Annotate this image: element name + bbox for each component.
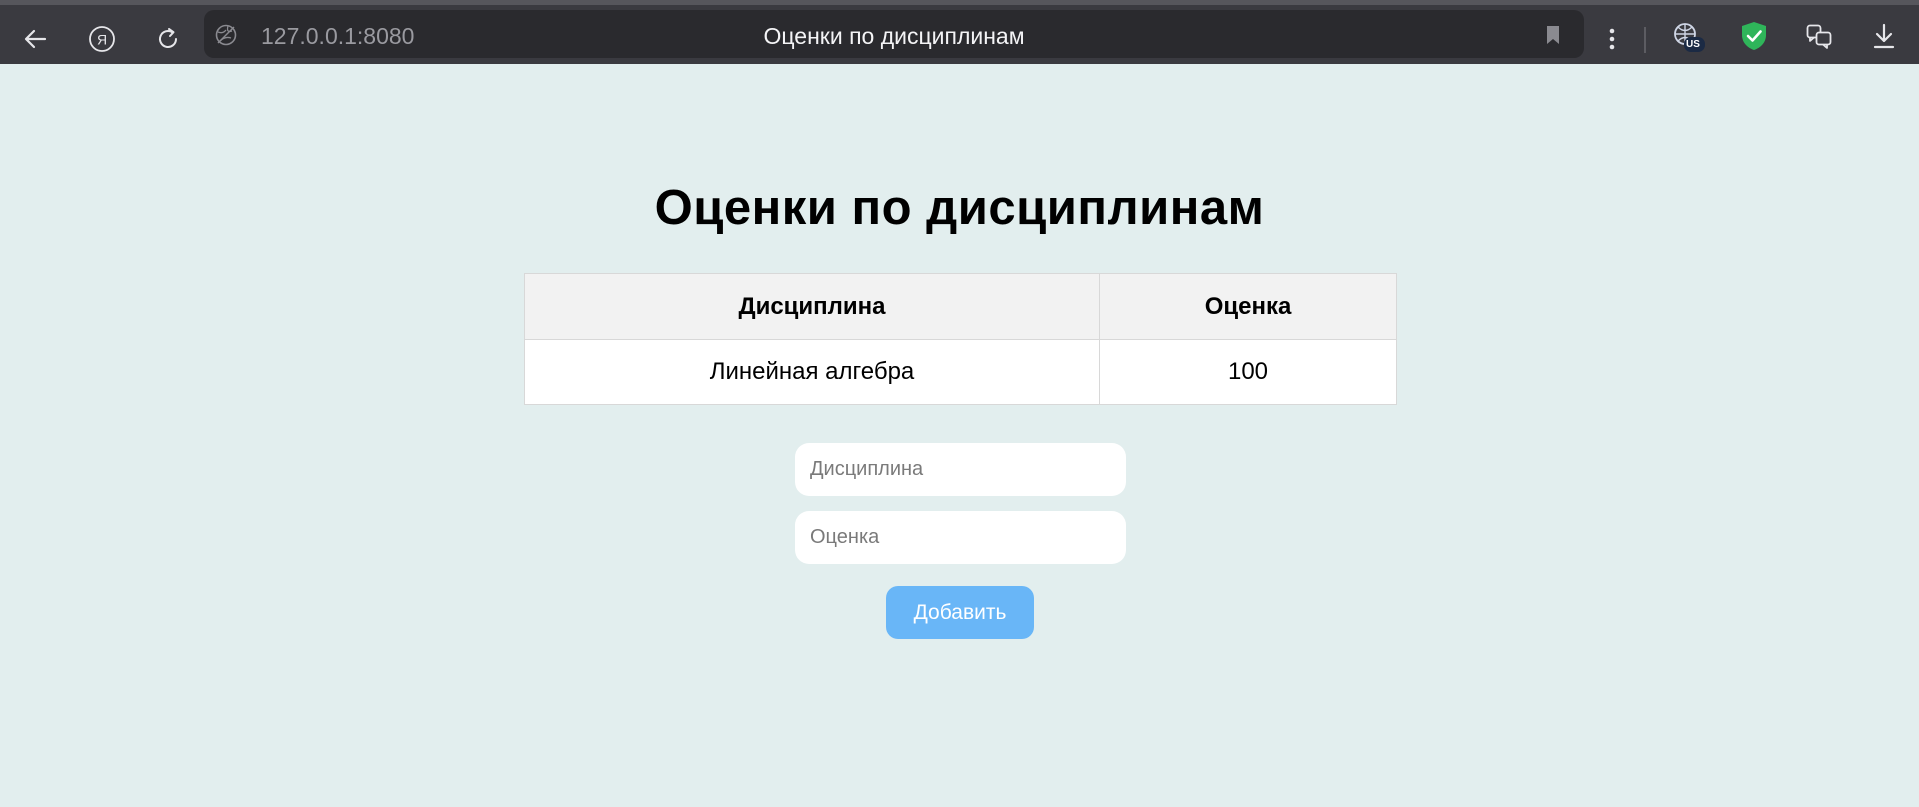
- back-button[interactable]: [14, 17, 58, 61]
- shield-check-icon: [1739, 20, 1769, 57]
- translate-extension-button[interactable]: [1799, 18, 1839, 58]
- table-header-row: Дисциплина Оценка: [524, 273, 1397, 340]
- add-button[interactable]: Добавить: [886, 586, 1034, 639]
- svg-text:Я: Я: [97, 32, 107, 48]
- grades-table: Дисциплина Оценка Линейная алгебра 100: [524, 273, 1397, 405]
- tab-title: Оценки по дисциплинам: [763, 23, 1025, 49]
- toolbar-separator: [1644, 27, 1646, 53]
- page-title: Оценки по дисциплинам: [654, 181, 1265, 235]
- cell-discipline: Линейная алгебра: [524, 339, 1100, 405]
- table-row: Линейная алгебра 100: [524, 339, 1397, 405]
- downloads-button[interactable]: [1864, 18, 1904, 58]
- yandex-home-button[interactable]: Я: [80, 17, 124, 61]
- bookmark-icon[interactable]: [1544, 24, 1562, 46]
- globe-icon: US: [1672, 21, 1706, 55]
- column-header-grade: Оценка: [1099, 273, 1397, 340]
- grade-input[interactable]: [795, 511, 1126, 564]
- vpn-extension-button[interactable]: US: [1669, 18, 1709, 58]
- vpn-country-badge: US: [1686, 39, 1700, 50]
- address-bar[interactable]: 127.0.0.1:8080 Оценки по дисциплинам: [204, 10, 1584, 58]
- more-vertical-icon: [1608, 26, 1616, 52]
- yandex-icon: Я: [88, 25, 116, 53]
- chat-bubbles-icon: [1805, 22, 1833, 55]
- reload-button[interactable]: [146, 17, 190, 61]
- discipline-input[interactable]: [795, 443, 1126, 496]
- arrow-left-icon: [23, 26, 49, 52]
- protect-extension-button[interactable]: [1734, 18, 1774, 58]
- column-header-discipline: Дисциплина: [524, 273, 1100, 340]
- cell-grade: 100: [1099, 339, 1397, 405]
- download-icon: [1871, 22, 1897, 55]
- menu-button[interactable]: [1590, 17, 1634, 61]
- reload-icon: [155, 26, 181, 52]
- browser-toolbar: Я 127.0.0.1:8080 Оценки по дисциплинам U…: [0, 0, 1919, 64]
